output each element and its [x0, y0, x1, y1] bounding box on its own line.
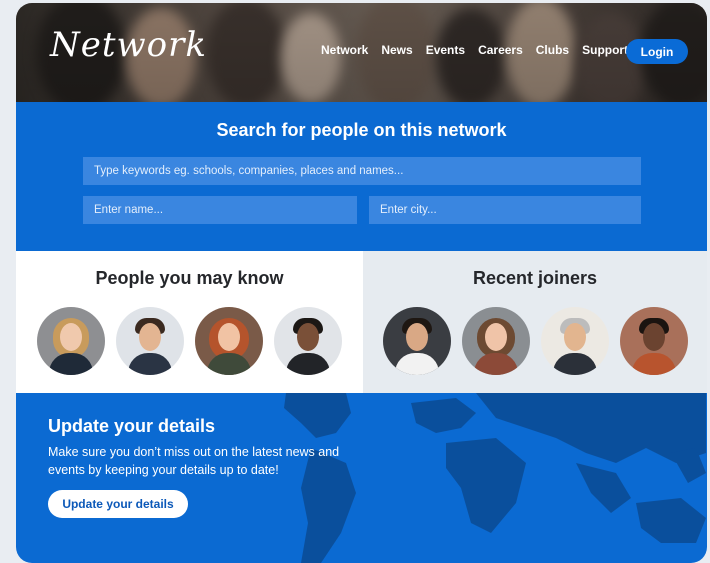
- avatar[interactable]: [37, 307, 105, 375]
- nav-item-news[interactable]: News: [381, 43, 412, 57]
- map-landmass: [446, 438, 526, 533]
- update-text: Make sure you don’t miss out on the late…: [48, 445, 340, 477]
- keywords-input[interactable]: Type keywords eg. schools, companies, pl…: [83, 157, 641, 185]
- avatar[interactable]: [540, 307, 609, 375]
- login-button[interactable]: Login: [626, 39, 688, 64]
- nav-item-network[interactable]: Network: [321, 43, 368, 57]
- avatar[interactable]: [274, 307, 342, 375]
- avatar[interactable]: [382, 307, 451, 375]
- map-landmass: [636, 498, 706, 543]
- brand-logo[interactable]: Network: [50, 25, 207, 65]
- map-landmass: [284, 393, 351, 438]
- avatar[interactable]: [619, 307, 688, 375]
- nav-item-events[interactable]: Events: [426, 43, 465, 57]
- recent-joiners-panel: Recent joiners: [363, 251, 707, 393]
- people-you-may-know-avatars: [16, 307, 363, 375]
- main-nav: Network News Events Careers Clubs Suppor…: [321, 43, 628, 57]
- city-input[interactable]: Enter city...: [369, 196, 641, 224]
- people-you-may-know-title: People you may know: [95, 268, 284, 288]
- map-landmass: [411, 398, 476, 433]
- people-you-may-know-panel: People you may know: [16, 251, 363, 393]
- nav-item-careers[interactable]: Careers: [478, 43, 523, 57]
- people-section: People you may know Recent joiners: [16, 251, 707, 393]
- update-details-section: Update your details Make sure you don’t …: [16, 393, 707, 563]
- nav-item-clubs[interactable]: Clubs: [536, 43, 569, 57]
- recent-joiners-avatars: [363, 307, 707, 375]
- page-frame: Network Network News Events Careers Club…: [16, 3, 707, 563]
- map-landmass: [576, 463, 631, 513]
- update-details-button[interactable]: Update your details: [48, 490, 188, 518]
- avatar[interactable]: [116, 307, 184, 375]
- search-section: Search for people on this network Type k…: [16, 102, 707, 251]
- recent-joiners-title: Recent joiners: [472, 268, 598, 288]
- search-title: Search for people on this network: [216, 120, 507, 140]
- avatar[interactable]: [195, 307, 263, 375]
- avatar[interactable]: [461, 307, 530, 375]
- hero-header: Network Network News Events Careers Club…: [16, 3, 707, 102]
- update-title: Update your details: [48, 416, 216, 436]
- nav-item-support[interactable]: Support: [582, 43, 628, 57]
- name-input[interactable]: Enter name...: [83, 196, 357, 224]
